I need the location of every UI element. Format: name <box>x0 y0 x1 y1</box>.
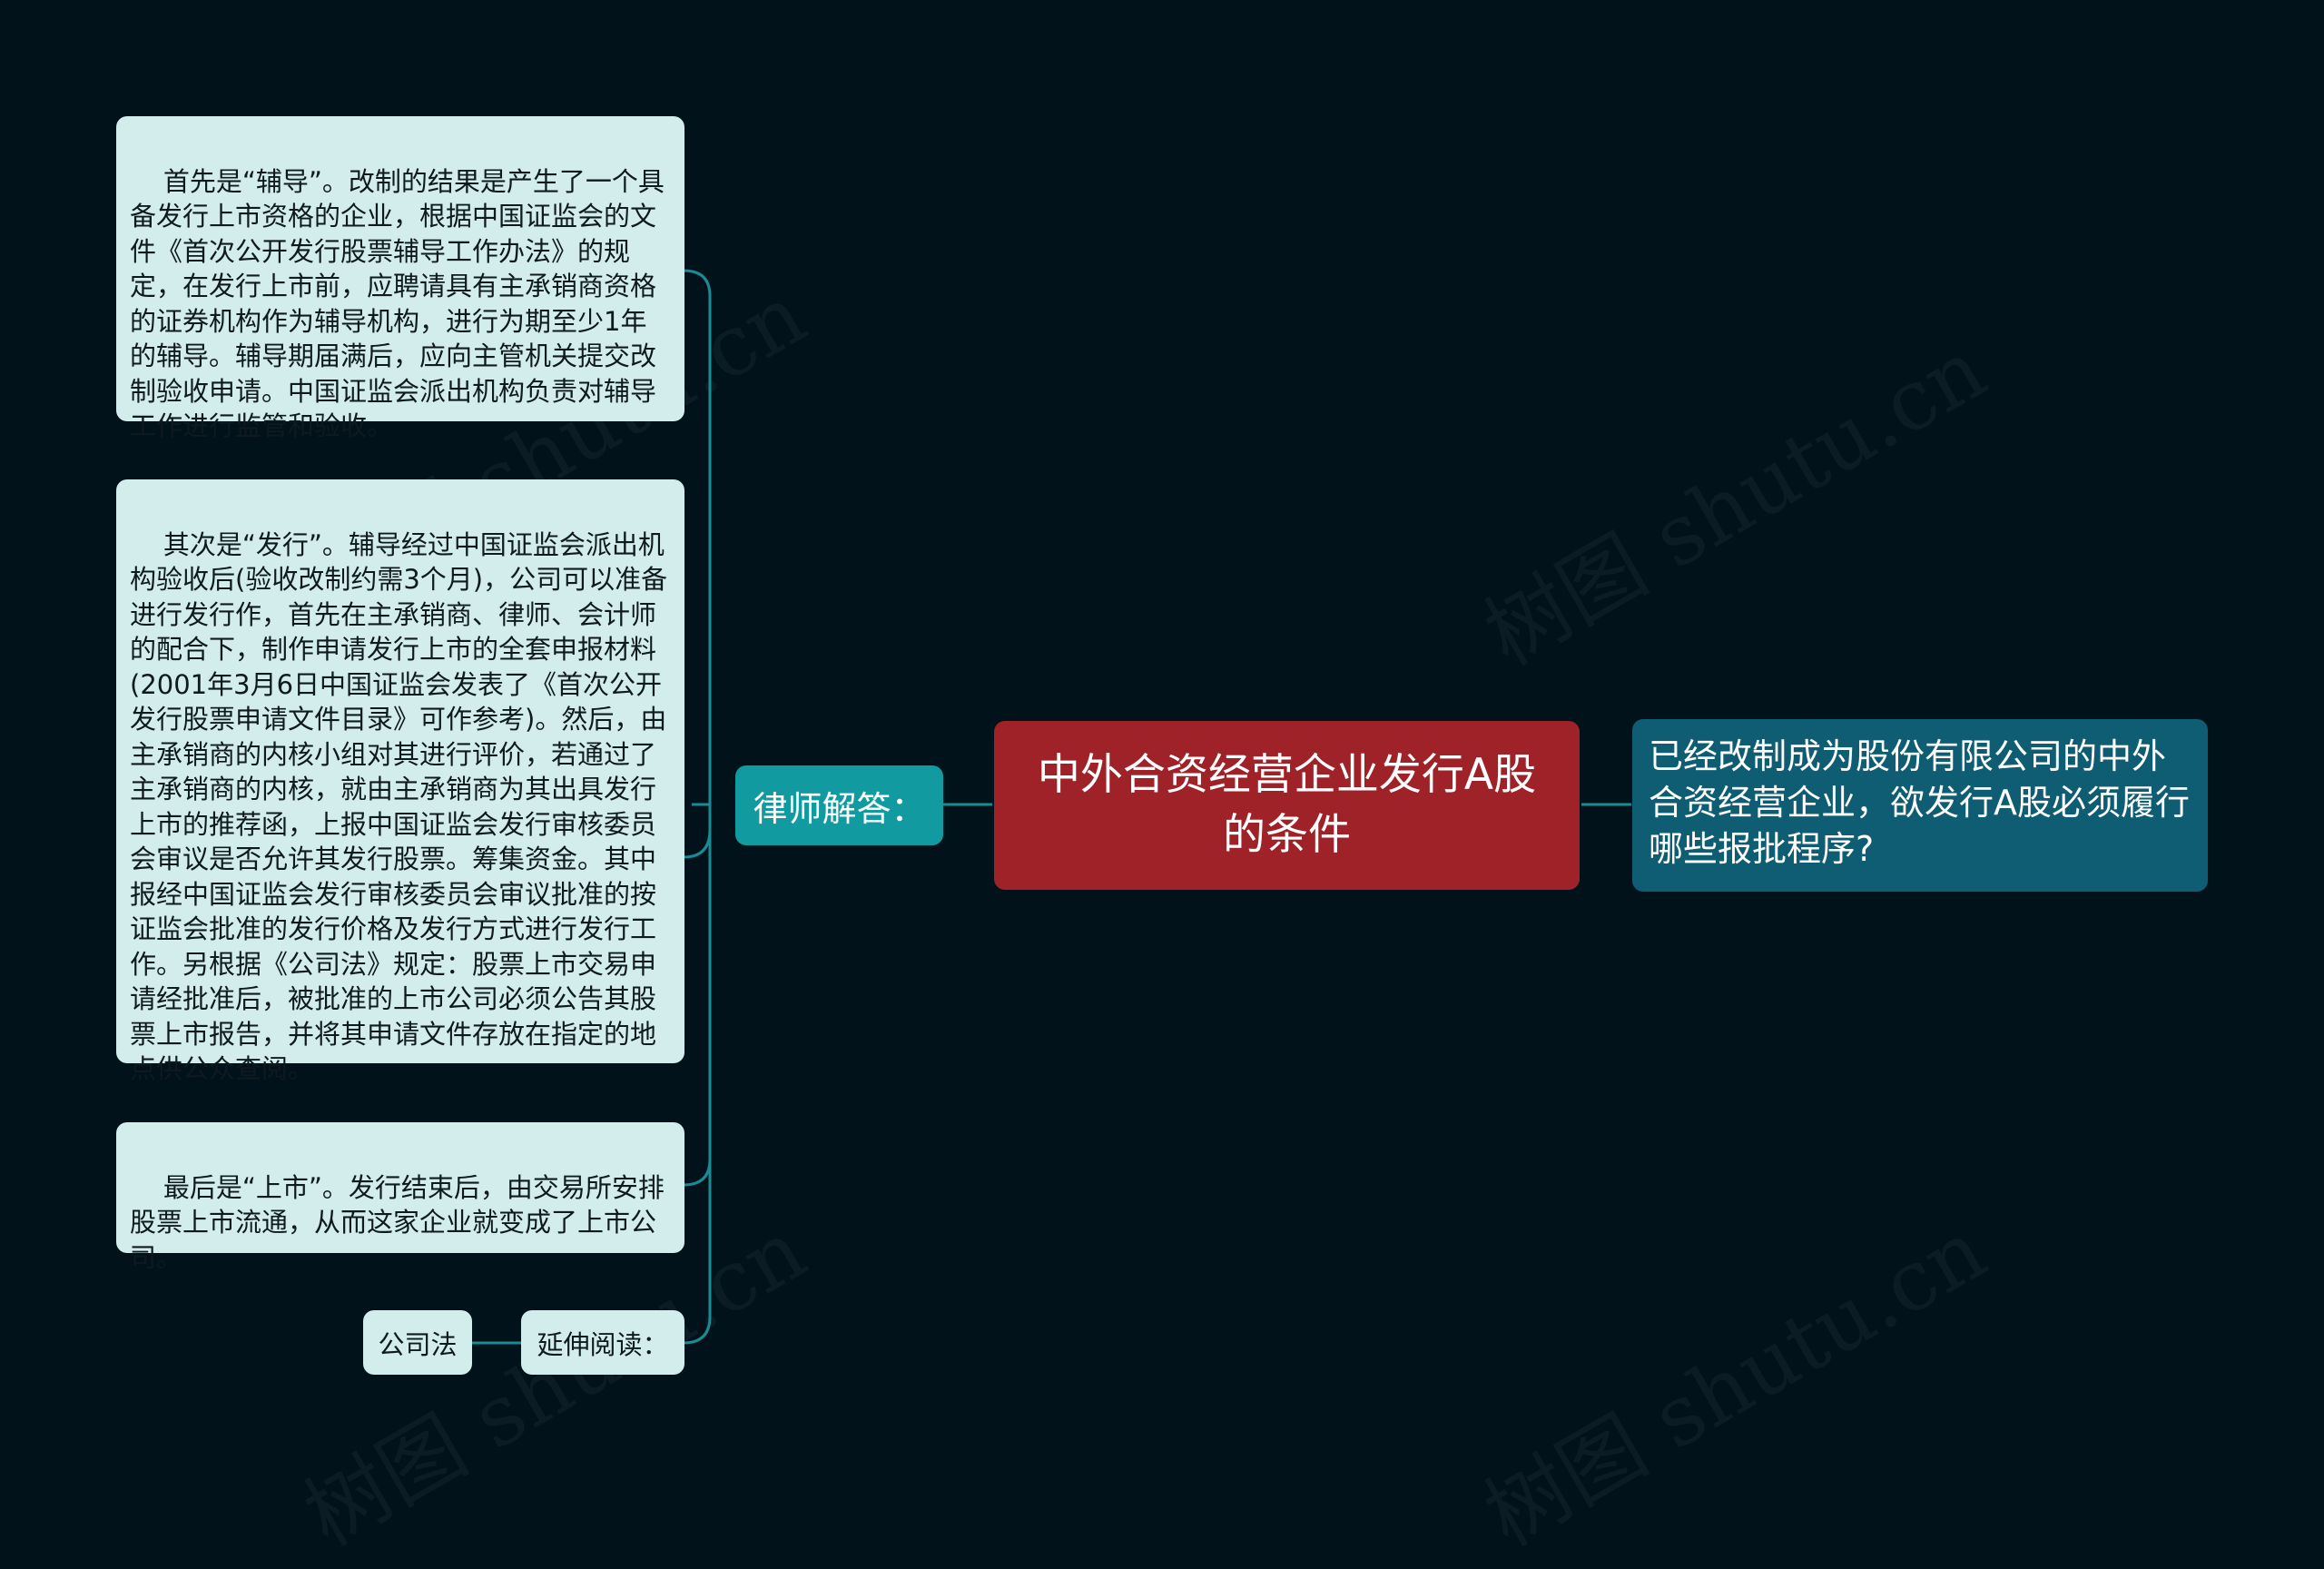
connector-leaf-2 <box>683 829 712 859</box>
answer-label-node[interactable]: 律师解答： <box>735 765 943 845</box>
answer-leaf-issuance[interactable]: 其次是“发行”。辅导经过中国证监会派出机构验收后(验收改制约需3个月)，公司可以… <box>116 479 684 1084</box>
company-law-label: 公司法 <box>378 1328 458 1360</box>
connector-leaf-3 <box>683 1159 712 1187</box>
root-topic[interactable]: 中外合资经营企业发行A股的条件 <box>994 721 1580 890</box>
question-text: 已经改制成为股份有限公司的中外合资经营企业，欲发行A股必须履行哪些报批程序? <box>1649 736 2190 869</box>
question-node[interactable]: 已经改制成为股份有限公司的中外合资经营企业，欲发行A股必须履行哪些报批程序? <box>1632 719 2208 892</box>
answer-label-text: 律师解答： <box>753 788 926 829</box>
answer-text: 首先是“辅导”。改制的结果是产生了一个具备发行上市资格的企业，根据中国证监会的文… <box>130 165 665 442</box>
mind-map-canvas: 树图 shutu.cn 树图 shutu.cn 树图 shutu.cn 树图 s… <box>0 0 2324 1565</box>
company-law-node[interactable]: 公司法 <box>363 1310 472 1375</box>
answer-leaf-listing[interactable]: 最后是“上市”。发行结束后，由交易所安排股票上市流通，从而这家企业就变成了上市公… <box>116 1122 684 1273</box>
root-title: 中外合资经营企业发行A股的条件 <box>1037 750 1537 860</box>
answer-text: 其次是“发行”。辅导经过中国证监会派出机构验收后(验收改制约需3个月)，公司可以… <box>130 528 668 1085</box>
further-reading-node[interactable]: 延伸阅读： <box>521 1310 684 1375</box>
further-reading-label: 延伸阅读： <box>537 1328 669 1360</box>
answer-leaf-guidance[interactable]: 首先是“辅导”。改制的结果是产生了一个具备发行上市资格的企业，根据中国证监会的文… <box>116 116 684 441</box>
